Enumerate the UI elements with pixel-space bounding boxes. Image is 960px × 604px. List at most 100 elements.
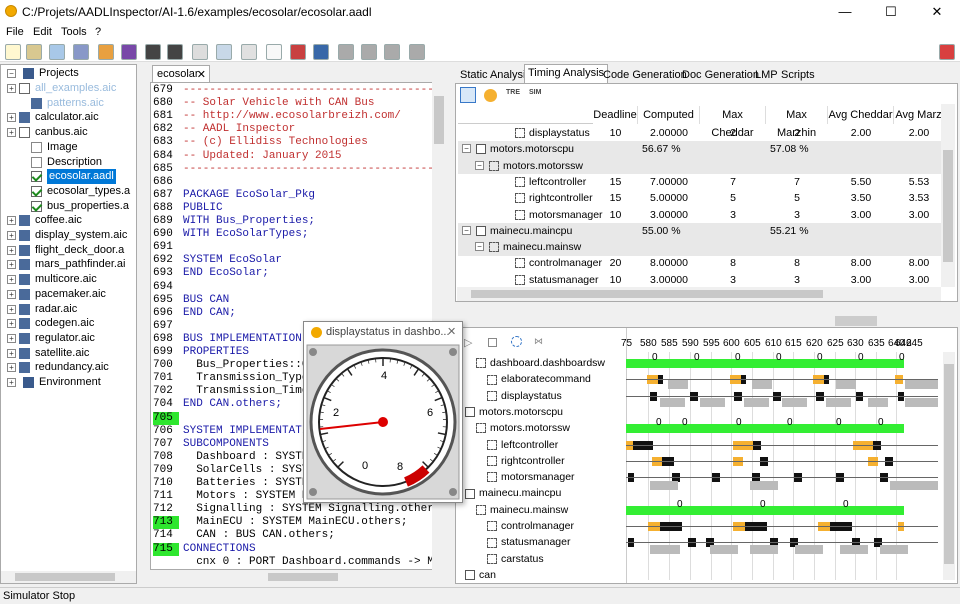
- tree-item[interactable]: + all_examples.aic: [7, 81, 135, 96]
- gantt-vscrollbar[interactable]: [943, 352, 955, 580]
- tab-static-analysis[interactable]: Static Analysis: [457, 67, 534, 83]
- document-icon[interactable]: [216, 44, 232, 60]
- tab-lmp[interactable]: LMP: [752, 67, 781, 83]
- gantt-row[interactable]: motorsmanager: [487, 470, 575, 484]
- expand-icon[interactable]: +: [7, 113, 16, 123]
- tre-icon[interactable]: TRE: [506, 89, 522, 102]
- gantt-row[interactable]: displaystatus: [487, 389, 562, 403]
- tree-item[interactable]: + canbus.aic: [7, 125, 135, 140]
- expand-icon[interactable]: +: [7, 319, 16, 329]
- tab-code-generation[interactable]: Code Generation: [600, 67, 690, 83]
- tree-hscroll-thumb[interactable]: [15, 573, 115, 581]
- package-icon[interactable]: [98, 44, 114, 60]
- expand-icon[interactable]: +: [7, 363, 16, 373]
- tree-item[interactable]: + regulator.aic: [7, 331, 135, 346]
- table-view-icon[interactable]: [460, 87, 476, 103]
- tree-item[interactable]: + flight_deck_door.a: [7, 243, 135, 258]
- reload-icon[interactable]: [49, 44, 65, 60]
- expand-icon[interactable]: +: [7, 260, 16, 270]
- tree-item[interactable]: + mars_pathfinder.ai: [7, 257, 135, 272]
- minimize-button[interactable]: —: [822, 0, 868, 24]
- collapse-icon[interactable]: −: [462, 225, 471, 235]
- tree-item[interactable]: + pacemaker.aic: [7, 287, 135, 302]
- gantt-row[interactable]: dashboard.dashboardsw: [476, 356, 605, 370]
- tree-root[interactable]: − Projects: [5, 66, 135, 81]
- table-row[interactable]: − motors.motorscpu 56.67 % 57.08 %: [458, 141, 941, 158]
- timing-hscrollbar[interactable]: [457, 287, 941, 301]
- tree-item[interactable]: ecosolar_types.a: [31, 184, 135, 199]
- play-icon[interactable]: ▷: [464, 336, 472, 349]
- gauge-close-button[interactable]: ✕: [447, 325, 456, 338]
- column-header[interactable]: Computed: [638, 106, 700, 124]
- tree-item[interactable]: + Environment: [5, 375, 135, 390]
- tool1-icon[interactable]: [338, 44, 354, 60]
- gantt-row[interactable]: motors.motorscpu: [465, 405, 563, 419]
- expand-icon[interactable]: +: [7, 216, 16, 226]
- table-row[interactable]: rightcontroller 15 5.00000 5 5 3.50 3.53: [458, 190, 941, 207]
- editor-tab[interactable]: ecosolar ✕: [152, 65, 210, 82]
- sim-icon[interactable]: SIM: [529, 89, 545, 102]
- expand-icon[interactable]: +: [7, 275, 16, 285]
- tab-doc-generation[interactable]: Doc Generation: [679, 67, 762, 83]
- disk-alt-icon[interactable]: [167, 44, 183, 60]
- gantt-row[interactable]: leftcontroller: [487, 438, 558, 452]
- grid-icon[interactable]: ⋈: [534, 336, 543, 347]
- tool2-icon[interactable]: [361, 44, 377, 60]
- column-header[interactable]: Max Marzhin: [766, 106, 828, 139]
- tree-item[interactable]: + multicore.aic: [7, 272, 135, 287]
- maximize-button[interactable]: ☐: [868, 0, 914, 24]
- screen-icon[interactable]: [313, 44, 329, 60]
- tree-item[interactable]: bus_properties.a: [31, 199, 135, 214]
- tool3-icon[interactable]: [384, 44, 400, 60]
- column-header[interactable]: Deadline: [593, 106, 638, 124]
- close-tab-icon[interactable]: ✕: [197, 68, 206, 81]
- table-row[interactable]: controlmanager 20 8.00000 8 8 8.00 8.00: [458, 255, 941, 272]
- gantt-row[interactable]: rightcontroller: [487, 454, 565, 468]
- expand-icon[interactable]: +: [7, 245, 16, 255]
- gantt-row[interactable]: elaboratecommand: [487, 372, 591, 386]
- gantt-row[interactable]: mainecu.maincpu: [465, 486, 561, 500]
- timing-vscrollbar[interactable]: [941, 104, 955, 287]
- gauge-dialog[interactable]: displaystatus in dashbo... ✕ 4 2 6 0 8: [303, 321, 463, 503]
- expand-icon[interactable]: +: [7, 348, 16, 358]
- expand-icon[interactable]: +: [7, 128, 16, 138]
- column-header[interactable]: Avg Cheddar: [828, 106, 894, 124]
- timing-vscroll-thumb[interactable]: [943, 150, 953, 262]
- gantt-row[interactable]: mainecu.mainsw: [476, 503, 568, 517]
- stop-icon[interactable]: [488, 338, 497, 347]
- tree-item[interactable]: ecosolar.aadl: [31, 169, 135, 185]
- tree-item[interactable]: + satellite.aic: [7, 346, 135, 361]
- cloud-icon[interactable]: [192, 44, 208, 60]
- table-row[interactable]: − motors.motorssw: [458, 157, 941, 175]
- copy-icon[interactable]: [241, 44, 257, 60]
- menu-file[interactable]: File: [6, 26, 24, 38]
- expand-icon[interactable]: +: [7, 378, 16, 387]
- page-icon[interactable]: [266, 44, 282, 60]
- timing-hscroll-thumb[interactable]: [471, 290, 823, 298]
- column-header[interactable]: Max Cheddar: [700, 106, 766, 139]
- table-row[interactable]: − mainecu.maincpu 55.00 % 55.21 %: [458, 222, 941, 240]
- tab-timing-analysis[interactable]: Timing Analysis: [524, 64, 609, 84]
- gantt-vscroll-thumb[interactable]: [944, 364, 954, 564]
- exit-icon[interactable]: [939, 44, 955, 60]
- table-row[interactable]: − mainecu.mainsw: [458, 239, 941, 256]
- editor-hscrollbar[interactable]: [150, 570, 432, 584]
- collapse-icon[interactable]: −: [475, 242, 484, 252]
- tool4-icon[interactable]: [409, 44, 425, 60]
- table-row[interactable]: displaystatus 10 2.00000 2 2 2.00 2.00: [458, 125, 941, 142]
- expand-icon[interactable]: +: [7, 333, 16, 343]
- layers-icon[interactable]: [121, 44, 137, 60]
- editor-hscroll-thumb[interactable]: [268, 573, 338, 581]
- tree-item[interactable]: + codegen.aic: [7, 316, 135, 331]
- tree-item[interactable]: Image: [31, 140, 135, 155]
- tree-hscrollbar[interactable]: [1, 571, 136, 583]
- expand-icon[interactable]: +: [7, 84, 16, 93]
- expand-icon[interactable]: +: [7, 231, 16, 240]
- tree-item[interactable]: + redundancy.aic: [7, 360, 135, 375]
- disk-icon[interactable]: [145, 44, 161, 60]
- tree-item[interactable]: + calculator.aic: [7, 110, 135, 125]
- settings-icon[interactable]: [511, 336, 522, 347]
- new-icon[interactable]: [5, 44, 21, 60]
- collapse-icon[interactable]: −: [7, 69, 16, 78]
- table-row[interactable]: statusmanager 10 3.00000 3 3 3.00 3.00: [458, 272, 941, 286]
